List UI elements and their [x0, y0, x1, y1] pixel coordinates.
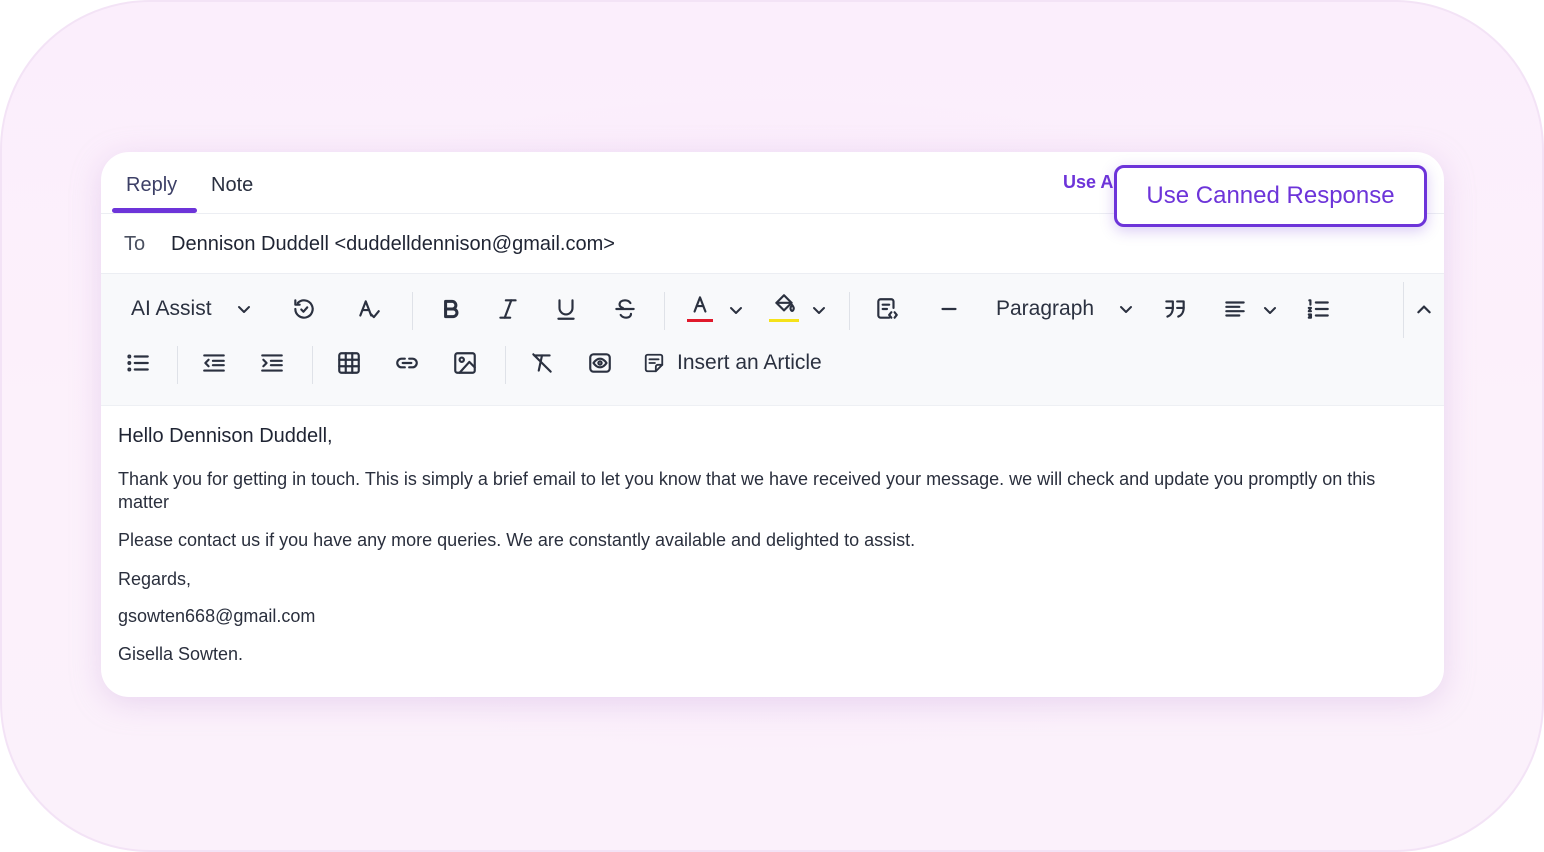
insert-image-button[interactable] [452, 350, 478, 376]
insert-article-label: Insert an Article [677, 351, 822, 374]
insert-table-button[interactable] [336, 350, 362, 376]
collapse-toolbar-button[interactable] [1415, 301, 1433, 319]
undo-history-icon [294, 299, 314, 319]
bold-icon [444, 299, 459, 319]
numbered-list-icon [1307, 299, 1329, 319]
bullet-list-icon [127, 354, 149, 372]
align-left-icon [1225, 301, 1245, 317]
image-icon [454, 352, 476, 374]
bullet-list-button[interactable] [125, 350, 151, 376]
align-dropdown[interactable] [1262, 302, 1278, 318]
toolbar-divider [664, 292, 665, 330]
indent-button[interactable] [259, 350, 285, 376]
bold-button[interactable] [438, 296, 464, 322]
code-file-icon [877, 298, 898, 319]
highlight-color-button[interactable] [769, 292, 799, 322]
toolbar-divider [505, 346, 506, 384]
text-color-dropdown[interactable] [728, 302, 744, 318]
use-canned-response-button[interactable]: Use Canned Response [1114, 165, 1427, 227]
text-color-button[interactable] [687, 292, 713, 322]
highlight-color-dropdown[interactable] [811, 302, 827, 318]
italic-button[interactable] [495, 296, 521, 322]
clear-formatting-button[interactable] [529, 350, 555, 376]
quote-icon [1165, 300, 1185, 318]
chevron-up-icon [1417, 305, 1431, 314]
indent-icon [261, 354, 283, 372]
paint-bucket-icon [775, 294, 795, 313]
spellcheck-button[interactable] [356, 296, 382, 322]
horizontal-rule-icon [941, 307, 957, 311]
article-icon [644, 353, 664, 373]
message-greeting[interactable]: Hello Dennison Duddell, [118, 425, 333, 448]
strikethrough-icon [615, 299, 635, 319]
strikethrough-button[interactable] [612, 296, 638, 322]
message-paragraph[interactable]: Please contact us if you have any more q… [118, 529, 1428, 552]
ai-assist-label: AI Assist [131, 297, 212, 320]
text-color-icon [693, 296, 707, 313]
formatting-toolbar: AI Assist Paragraph Insert an Article [101, 274, 1444, 406]
table-icon [338, 352, 360, 374]
recipient-field[interactable]: Dennison Duddell <duddelldennison@gmail.… [171, 233, 615, 256]
to-label: To [124, 233, 146, 255]
message-signature[interactable]: Gisella Sowten. [118, 643, 1428, 666]
ai-assist-dropdown[interactable]: AI Assist [131, 294, 252, 324]
chevron-down-icon [1264, 307, 1276, 314]
highlight-color-swatch [769, 319, 799, 322]
link-icon [396, 357, 418, 369]
insert-article-button[interactable]: Insert an Article [643, 350, 822, 376]
tab-note[interactable]: Note [211, 174, 253, 197]
spellcheck-icon [359, 300, 380, 319]
toolbar-divider [849, 292, 850, 330]
align-button[interactable] [1222, 296, 1248, 322]
paragraph-dropdown[interactable]: Paragraph [996, 294, 1134, 324]
blockquote-button[interactable] [1162, 296, 1188, 322]
use-ai-link[interactable]: Use A [1063, 172, 1113, 193]
history-button[interactable] [291, 296, 317, 322]
tab-reply[interactable]: Reply [126, 174, 177, 197]
chevron-down-icon [1120, 306, 1133, 313]
paragraph-label: Paragraph [996, 297, 1095, 320]
message-paragraph[interactable]: Thank you for getting in touch. This is … [118, 468, 1428, 514]
active-tab-indicator [112, 208, 197, 213]
numbered-list-button[interactable] [1305, 296, 1331, 322]
chevron-down-icon [730, 307, 742, 314]
text-color-swatch [687, 319, 713, 322]
horizontal-rule-button[interactable] [936, 296, 962, 322]
clear-format-icon [532, 353, 552, 373]
message-email[interactable]: gsowten668@gmail.com [118, 605, 1428, 628]
underline-button[interactable] [553, 296, 579, 322]
toolbar-divider [312, 346, 313, 384]
insert-link-button[interactable] [394, 350, 420, 376]
toolbar-divider [1403, 282, 1404, 338]
preview-eye-icon [589, 353, 611, 373]
source-code-button[interactable] [874, 296, 900, 322]
preview-button[interactable] [587, 350, 613, 376]
toolbar-divider [412, 292, 413, 330]
outdent-button[interactable] [201, 350, 227, 376]
italic-icon [499, 299, 517, 319]
reply-editor-card: Reply Note Use A To Dennison Duddell <du… [101, 152, 1444, 697]
underline-icon [557, 299, 575, 320]
chevron-down-icon [237, 306, 250, 313]
message-closing[interactable]: Regards, [118, 568, 1428, 591]
outdent-icon [203, 354, 225, 372]
toolbar-divider [177, 346, 178, 384]
chevron-down-icon [813, 307, 825, 314]
